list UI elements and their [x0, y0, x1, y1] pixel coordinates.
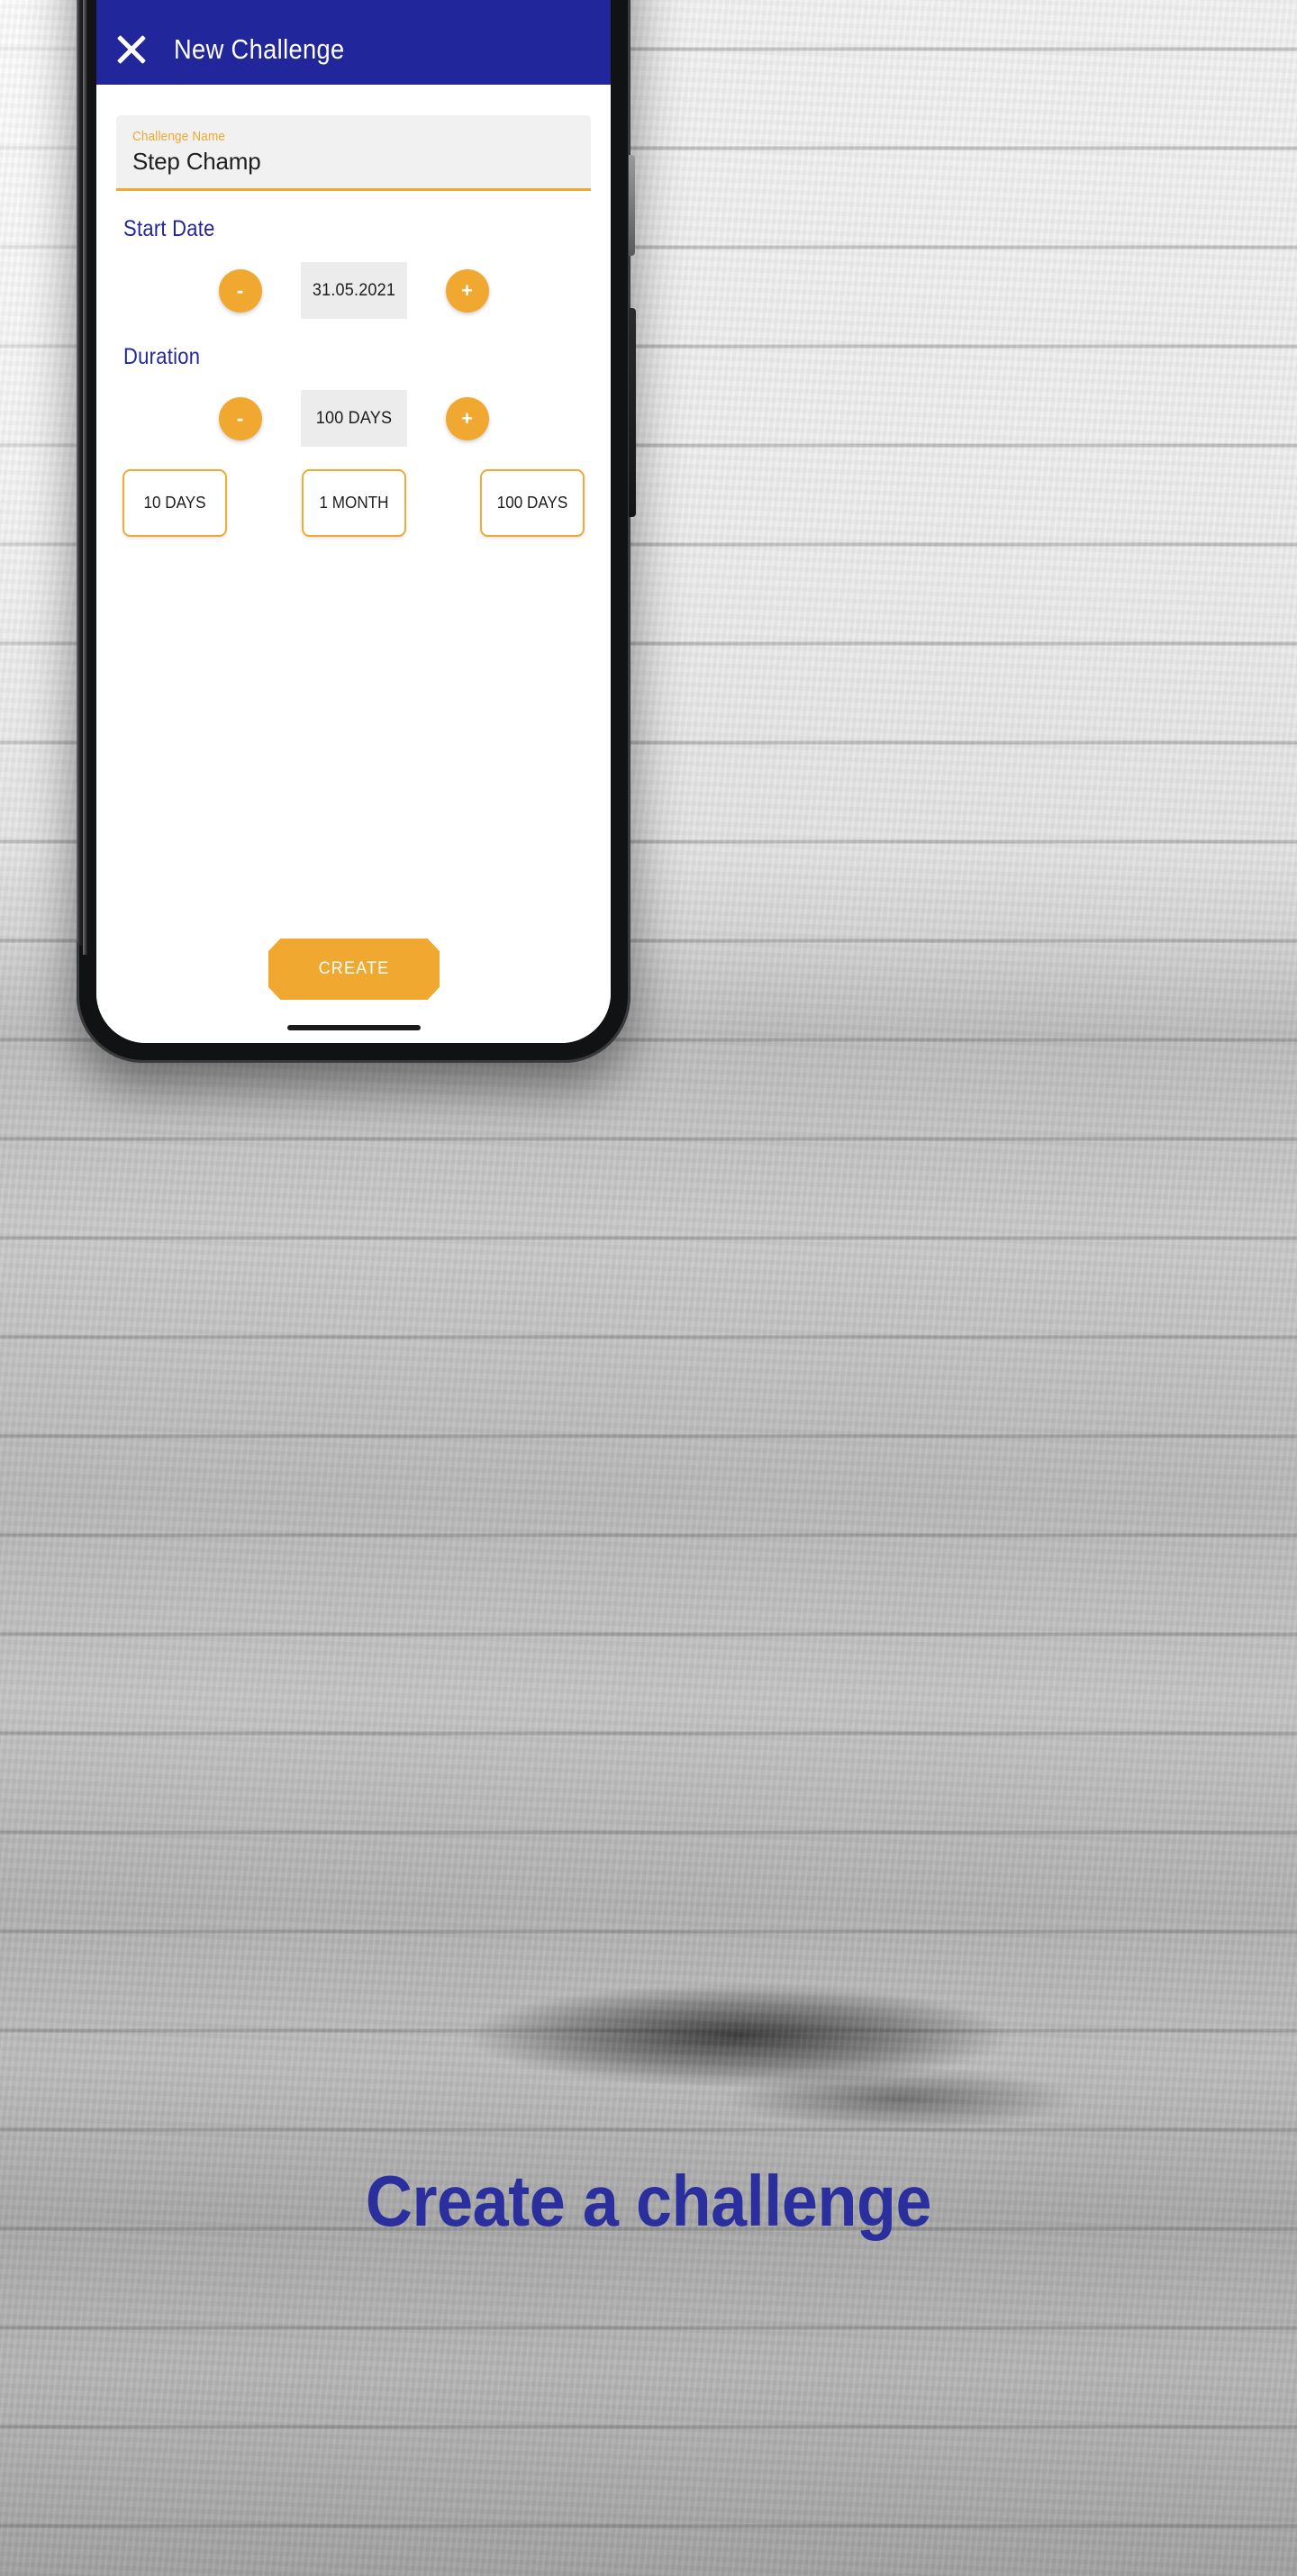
duration-preset-100-days[interactable]: 100 DAYS: [480, 469, 585, 537]
start-date-value[interactable]: 31.05.2021: [300, 262, 407, 319]
phone-device-frame: New Challenge Challenge Name Step Champ …: [77, 0, 636, 1063]
phone-power-button[interactable]: [629, 308, 636, 517]
duration-preset-row: 10 DAYS 1 MONTH 100 DAYS: [116, 469, 591, 537]
close-icon[interactable]: [113, 31, 150, 68]
duration-stepper: - 100 DAYS +: [116, 390, 591, 447]
start-date-increment-button[interactable]: +: [445, 268, 489, 313]
phone-left-rail-inner: [83, 0, 87, 955]
caption-text: Create a challenge: [365, 2161, 932, 2241]
home-indicator[interactable]: [286, 1025, 421, 1030]
header-row: New Challenge: [96, 31, 367, 68]
duration-preset-10-days[interactable]: 10 DAYS: [122, 469, 227, 537]
duration-decrement-button[interactable]: -: [218, 396, 262, 440]
app-header: New Challenge: [96, 0, 611, 85]
duration-section-label: Duration: [123, 344, 201, 369]
create-button[interactable]: CREATE: [268, 939, 440, 1000]
phone-left-rail: [77, 0, 83, 946]
phone-screen: New Challenge Challenge Name Step Champ …: [96, 0, 611, 1043]
app-body: Challenge Name Step Champ Start Date - 3…: [96, 85, 611, 1043]
start-date-decrement-button[interactable]: -: [218, 268, 262, 313]
start-date-section-label: Start Date: [123, 216, 215, 241]
challenge-name-field[interactable]: Challenge Name Step Champ: [116, 115, 591, 191]
challenge-name-label: Challenge Name: [132, 129, 226, 144]
start-date-stepper: - 31.05.2021 +: [116, 262, 591, 319]
challenge-name-input[interactable]: Step Champ: [132, 148, 575, 176]
duration-increment-button[interactable]: +: [445, 396, 489, 440]
page-title: New Challenge: [174, 33, 345, 65]
duration-value[interactable]: 100 DAYS: [300, 390, 407, 447]
duration-preset-1-month[interactable]: 1 MONTH: [301, 469, 406, 537]
phone-volume-button[interactable]: [629, 155, 635, 256]
